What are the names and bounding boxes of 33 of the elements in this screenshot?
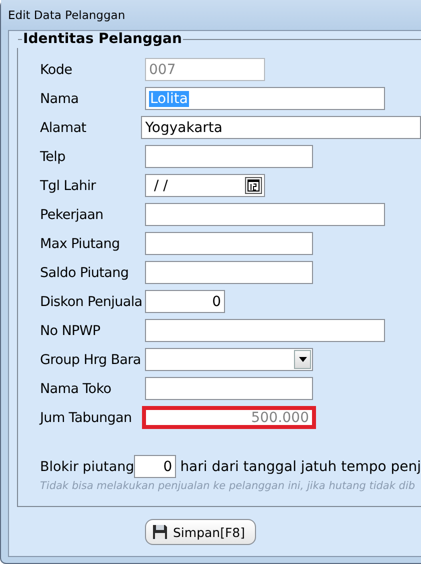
field-label: Saldo Piutang bbox=[40, 264, 130, 280]
field-label: Tgl Lahir bbox=[40, 178, 97, 194]
calendar-icon[interactable] bbox=[245, 177, 262, 194]
input-field[interactable] bbox=[145, 203, 385, 226]
field-label: Alamat bbox=[40, 120, 88, 136]
input-field[interactable] bbox=[145, 319, 385, 342]
save-button[interactable]: Simpan[F8] bbox=[145, 519, 256, 545]
input-field[interactable]: Yogyakarta bbox=[141, 116, 421, 139]
field-label: Telp bbox=[40, 148, 66, 164]
field-label: Diskon Penjuala bbox=[40, 294, 144, 310]
input-field[interactable] bbox=[145, 145, 313, 168]
date-field[interactable]: / / bbox=[145, 174, 265, 197]
input-field[interactable]: 0 bbox=[145, 290, 225, 313]
input-field[interactable]: 0 bbox=[134, 455, 176, 478]
input-field[interactable] bbox=[145, 261, 313, 284]
field-suffix: hari dari tanggal jatuh tempo penj bbox=[180, 458, 421, 474]
field-label: Nama Toko bbox=[40, 380, 112, 396]
input-field[interactable] bbox=[145, 377, 313, 400]
field-label: Jum Tabungan bbox=[40, 410, 133, 426]
field-label: Blokir piutang bbox=[40, 458, 134, 474]
field-label: Kode bbox=[40, 62, 74, 78]
dropdown-button[interactable] bbox=[294, 350, 311, 369]
caret-icon bbox=[298, 357, 306, 362]
group-title: Identitas Pelanggan bbox=[22, 31, 183, 47]
field-label: Pekerjaan bbox=[40, 206, 104, 222]
field-label: Nama bbox=[40, 90, 80, 106]
field-label: Group Hrg Bara bbox=[40, 352, 142, 368]
input-field[interactable] bbox=[145, 232, 313, 255]
window-title: Edit Data Pelanggan bbox=[1, 0, 421, 30]
hint-text: Tidak bisa melakukan penjualan ke pelanggan ini, jika hutang tidak dib bbox=[40, 480, 416, 492]
field-label: Max Piutang bbox=[40, 236, 121, 252]
field-label: No NPWP bbox=[40, 322, 102, 338]
dropdown-field[interactable] bbox=[145, 348, 313, 371]
